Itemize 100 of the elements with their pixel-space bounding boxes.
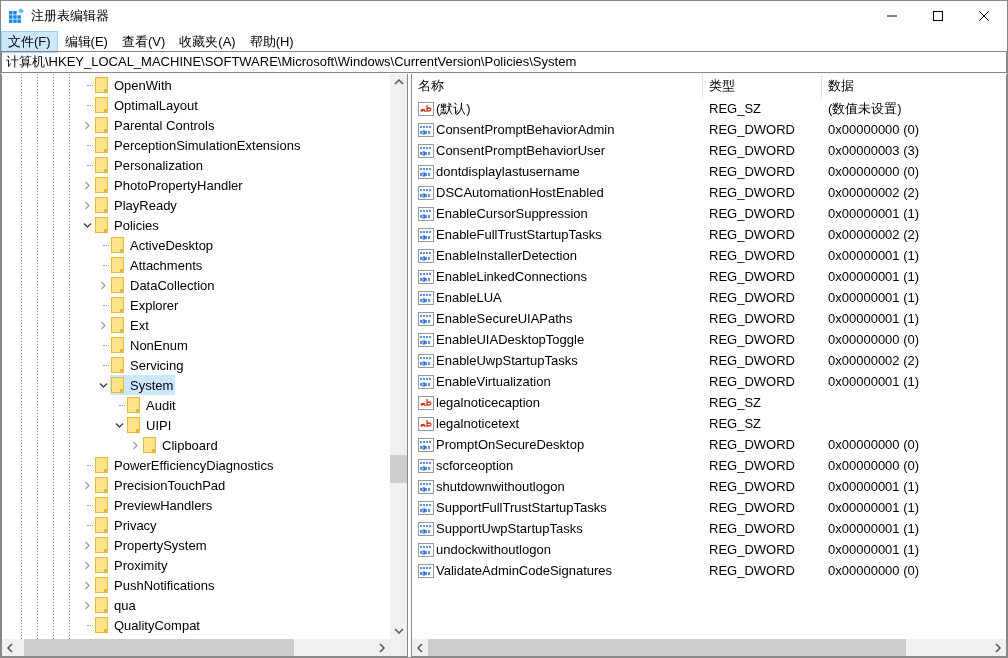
- tree-item[interactable]: PropertySystem: [94, 535, 209, 555]
- value-name[interactable]: (默认): [436, 99, 471, 118]
- tree-item[interactable]: QualityCompat: [94, 615, 202, 635]
- value-name[interactable]: EnableUIADesktopToggle: [436, 332, 585, 347]
- tree-item[interactable]: Parental Controls: [94, 115, 217, 135]
- tree-item[interactable]: qua: [94, 595, 138, 615]
- folder-icon: [95, 617, 108, 633]
- chevron-icon[interactable]: [82, 220, 92, 230]
- value-type: REG_DWORD: [708, 458, 796, 473]
- scrollbar-thumb[interactable]: [428, 639, 906, 656]
- tree-item[interactable]: Audit: [126, 395, 178, 415]
- value-name[interactable]: PromptOnSecureDesktop: [436, 437, 585, 452]
- value-data: 0x00000000 (0): [827, 122, 921, 137]
- tree-item[interactable]: Personalization: [94, 155, 205, 175]
- tree-item[interactable]: Policies: [94, 215, 161, 235]
- folder-icon: [95, 517, 108, 533]
- value-data: 0x00000002 (2): [827, 353, 921, 368]
- menu-item[interactable]: 文件(F): [1, 31, 58, 53]
- value-name[interactable]: SupportFullTrustStartupTasks: [436, 500, 607, 515]
- value-name[interactable]: EnableLinkedConnections: [436, 269, 588, 284]
- chevron-icon[interactable]: [98, 380, 108, 390]
- value-name[interactable]: EnableSecureUIAPaths: [436, 311, 573, 326]
- folder-icon: [95, 557, 108, 573]
- tree-item[interactable]: OptimalLayout: [94, 95, 200, 115]
- binary-value-icon: [418, 436, 434, 453]
- value-type: REG_DWORD: [708, 206, 796, 221]
- value-name[interactable]: scforceoption: [436, 458, 514, 473]
- tree-item[interactable]: Clipboard: [142, 435, 220, 455]
- value-type: REG_DWORD: [708, 332, 796, 347]
- binary-value-icon: [418, 226, 434, 243]
- value-type: REG_SZ: [708, 395, 762, 410]
- value-type: REG_SZ: [708, 101, 762, 116]
- folder-icon: [95, 77, 108, 93]
- value-data: (数值未设置): [827, 99, 903, 118]
- value-data: 0x00000000 (0): [827, 563, 921, 578]
- tree-item[interactable]: UIPI: [126, 415, 174, 435]
- menu-item[interactable]: 编辑(E): [57, 31, 115, 53]
- scrollbar-thumb[interactable]: [24, 639, 294, 656]
- tree-item[interactable]: PushNotifications: [94, 575, 217, 595]
- tree-item[interactable]: NonEnum: [110, 335, 190, 355]
- value-data: 0x00000001 (1): [827, 374, 921, 389]
- tree-item[interactable]: PerceptionSimulationExtensions: [94, 135, 303, 155]
- column-header[interactable]: 名称: [412, 74, 703, 98]
- menu-item[interactable]: 收藏夹(A): [172, 31, 243, 53]
- value-name[interactable]: DSCAutomationHostEnabled: [436, 185, 604, 200]
- value-name[interactable]: undockwithoutlogon: [436, 542, 551, 557]
- tree-item[interactable]: System: [110, 375, 176, 395]
- tree-item[interactable]: PhotoPropertyHandler: [94, 175, 245, 195]
- folder-icon: [95, 457, 108, 473]
- tree-item[interactable]: Ext: [110, 315, 151, 335]
- value-data: 0x00000002 (2): [827, 227, 921, 242]
- value-name[interactable]: ConsentPromptBehaviorAdmin: [436, 122, 615, 137]
- value-type: REG_DWORD: [708, 521, 796, 536]
- tree-item[interactable]: OpenWith: [94, 75, 174, 95]
- close-icon: [979, 11, 989, 21]
- value-name[interactable]: EnableFullTrustStartupTasks: [436, 227, 602, 242]
- menu-item[interactable]: 查看(V): [114, 31, 173, 53]
- menu-item[interactable]: 帮助(H): [242, 31, 301, 53]
- value-name[interactable]: EnableInstallerDetection: [436, 248, 577, 263]
- folder-icon: [111, 337, 124, 353]
- value-type: REG_DWORD: [708, 290, 796, 305]
- value-name[interactable]: shutdownwithoutlogon: [436, 479, 565, 494]
- value-name[interactable]: legalnoticetext: [436, 416, 520, 431]
- folder-icon: [111, 257, 124, 273]
- column-header[interactable]: 类型: [703, 74, 822, 98]
- value-data: 0x00000001 (1): [827, 248, 921, 263]
- tree-item[interactable]: ActiveDesktop: [110, 235, 216, 255]
- address-bar[interactable]: 计算机\HKEY_LOCAL_MACHINE\SOFTWARE\Microsoft\Windows\CurrentVersion\Policies\System: [1, 51, 1007, 73]
- tree-item[interactable]: DataCollection: [110, 275, 217, 295]
- value-name[interactable]: EnableLUA: [436, 290, 502, 305]
- tree-item[interactable]: PrecisionTouchPad: [94, 475, 228, 495]
- scrollbar-thumb[interactable]: [390, 455, 407, 483]
- tree-item[interactable]: Attachments: [110, 255, 205, 275]
- value-name[interactable]: ValidateAdminCodeSignatures: [436, 563, 613, 578]
- string-value-icon: [418, 415, 434, 432]
- value-data: 0x00000000 (0): [827, 332, 921, 347]
- chevron-icon[interactable]: [114, 420, 124, 430]
- value-name[interactable]: legalnoticecaption: [436, 395, 541, 410]
- value-name[interactable]: EnableVirtualization: [436, 374, 551, 389]
- tree-item[interactable]: Proximity: [94, 555, 170, 575]
- tree-item[interactable]: Explorer: [110, 295, 181, 315]
- value-name[interactable]: dontdisplaylastusername: [436, 164, 580, 179]
- maximize-icon: [933, 11, 943, 21]
- value-name[interactable]: EnableUwpStartupTasks: [436, 353, 578, 368]
- tree-item[interactable]: PowerEfficiencyDiagnostics: [94, 455, 276, 475]
- value-name[interactable]: EnableCursorSuppression: [436, 206, 588, 221]
- tree-item[interactable]: Servicing: [110, 355, 186, 375]
- value-type: REG_DWORD: [708, 227, 796, 242]
- value-data: 0x00000002 (2): [827, 185, 921, 200]
- folder-icon: [95, 577, 108, 593]
- value-type: REG_DWORD: [708, 374, 796, 389]
- value-name[interactable]: ConsentPromptBehaviorUser: [436, 143, 606, 158]
- tree-item[interactable]: Privacy: [94, 515, 159, 535]
- tree-item[interactable]: PlayReady: [94, 195, 179, 215]
- column-header[interactable]: 数据: [822, 74, 1006, 98]
- binary-value-icon: [418, 310, 434, 327]
- value-name[interactable]: SupportUwpStartupTasks: [436, 521, 583, 536]
- folder-icon: [127, 397, 140, 413]
- tree-item[interactable]: PreviewHandlers: [94, 495, 215, 515]
- value-data: 0x00000001 (1): [827, 290, 921, 305]
